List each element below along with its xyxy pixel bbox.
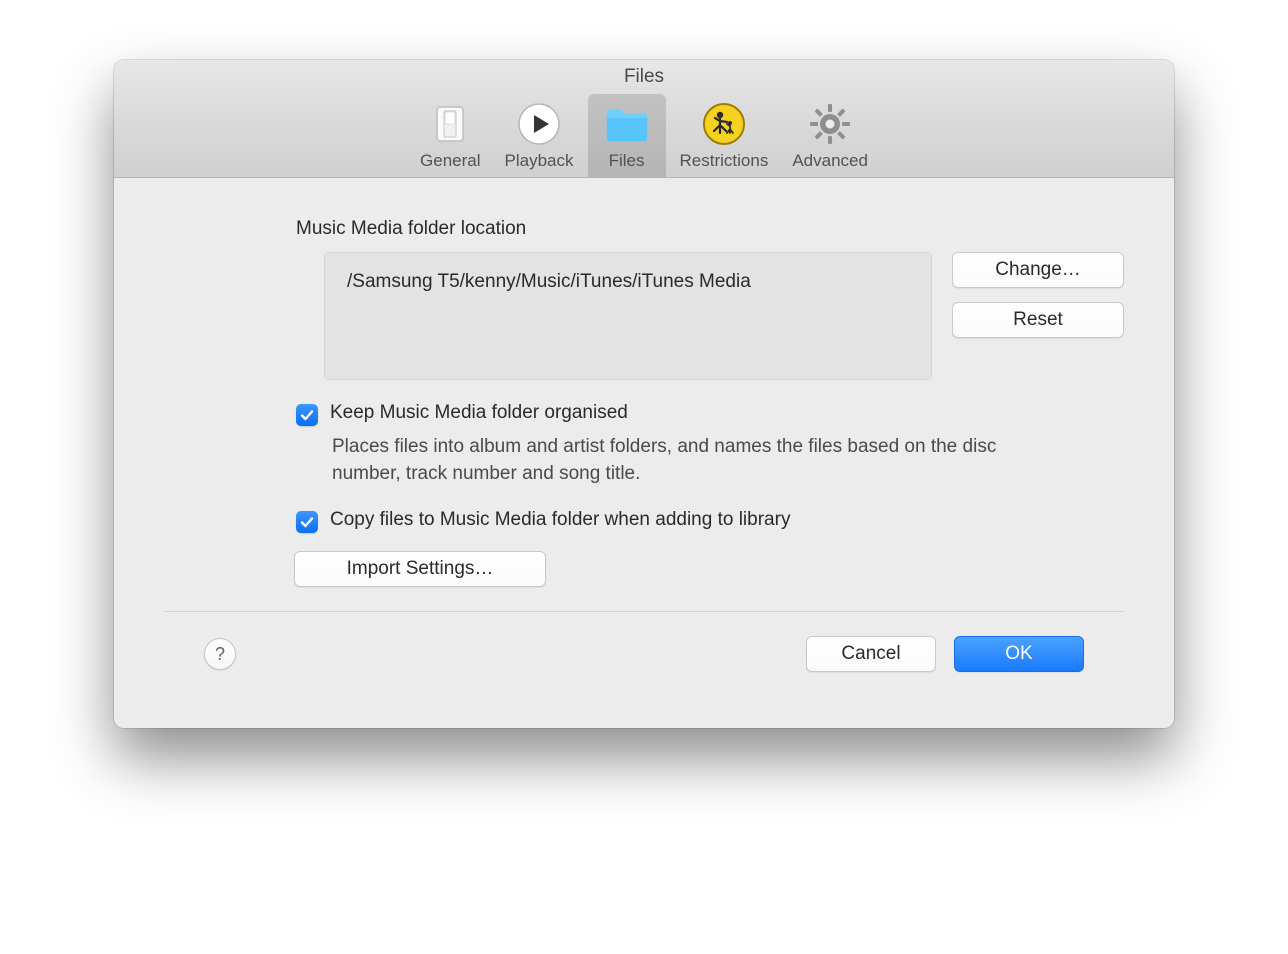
toolbar-item-playback[interactable]: Playback: [495, 94, 584, 177]
media-location-path: /Samsung T5/kenny/Music/iTunes/iTunes Me…: [324, 252, 932, 380]
toolbar-item-general[interactable]: General: [410, 94, 490, 177]
switch-icon: [426, 100, 474, 148]
change-button[interactable]: Change…: [952, 252, 1124, 288]
help-icon: ?: [215, 644, 225, 665]
media-location-label: Music Media folder location: [296, 218, 1124, 240]
copy-files-checkbox[interactable]: [296, 511, 318, 533]
toolbar-label: Advanced: [792, 151, 868, 171]
toolbar-label: Restrictions: [680, 151, 769, 171]
media-location-row: /Samsung T5/kenny/Music/iTunes/iTunes Me…: [324, 252, 1124, 380]
toolbar-item-advanced[interactable]: Advanced: [782, 94, 878, 177]
gear-icon: [806, 100, 854, 148]
reset-button[interactable]: Reset: [952, 302, 1124, 338]
import-settings-row: Import Settings…: [294, 551, 1124, 587]
window-title: Files: [624, 66, 664, 88]
preferences-window: Files General Playback: [114, 60, 1174, 728]
checkmark-icon: [299, 407, 315, 423]
dialog-footer: ? Cancel OK: [164, 611, 1124, 706]
ok-button[interactable]: OK: [954, 636, 1084, 672]
toolbar-label: Files: [609, 151, 645, 171]
media-location-buttons: Change… Reset: [952, 252, 1124, 338]
keep-organised-checkbox[interactable]: [296, 404, 318, 426]
parental-icon: [700, 100, 748, 148]
import-settings-button[interactable]: Import Settings…: [294, 551, 546, 587]
copy-files-label: Copy files to Music Media folder when ad…: [330, 509, 790, 531]
copy-files-row: Copy files to Music Media folder when ad…: [296, 509, 1124, 533]
folder-icon: [603, 100, 651, 148]
toolbar-item-files[interactable]: Files: [588, 94, 666, 177]
keep-organised-label: Keep Music Media folder organised: [330, 402, 628, 424]
content-area: Music Media folder location /Samsung T5/…: [114, 178, 1174, 728]
footer-buttons: Cancel OK: [806, 636, 1084, 672]
toolbar-label: Playback: [505, 151, 574, 171]
keep-organised-row: Keep Music Media folder organised: [296, 402, 1124, 426]
checkmark-icon: [299, 514, 315, 530]
toolbar-item-restrictions[interactable]: Restrictions: [670, 94, 779, 177]
help-button[interactable]: ?: [204, 638, 236, 670]
window-titlebar: Files: [114, 60, 1174, 90]
keep-organised-description: Places files into album and artist folde…: [332, 434, 1054, 487]
play-icon: [515, 100, 563, 148]
cancel-button[interactable]: Cancel: [806, 636, 936, 672]
preferences-toolbar: General Playback Files: [114, 90, 1174, 178]
toolbar-label: General: [420, 151, 480, 171]
